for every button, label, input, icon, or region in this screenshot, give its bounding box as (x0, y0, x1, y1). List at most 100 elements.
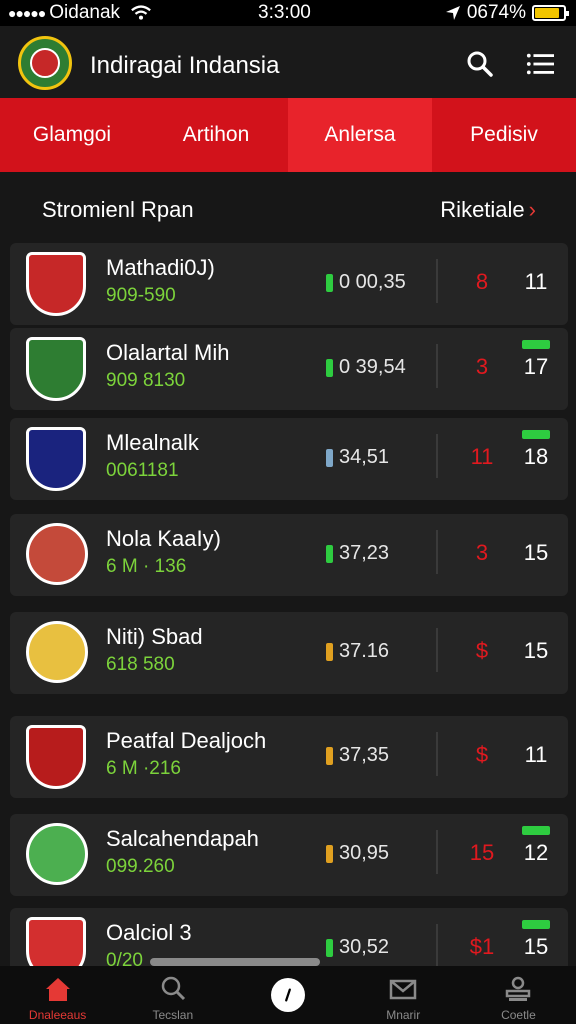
status-badge (522, 340, 550, 349)
search-icon[interactable] (466, 50, 494, 78)
row-subtitle: 909 8130 (106, 370, 186, 391)
compass-icon (271, 978, 305, 1012)
status-time: 3:3:00 (258, 2, 311, 23)
menu-icon[interactable] (526, 50, 554, 78)
row-name: Niti) Sbad (106, 624, 203, 649)
row-value-text: 0 39,54 (339, 356, 406, 378)
nav-mail-label: Mnarir (386, 1008, 421, 1022)
row-value: 34,51 (326, 446, 389, 469)
row-name: Mathadi0J) (106, 255, 215, 280)
row-value: 37,35 (326, 744, 389, 767)
row-value-text: 30,95 (339, 842, 390, 864)
row-name: Salcahendapah (106, 826, 259, 851)
home-icon (45, 978, 70, 1001)
row-score: 18 (523, 444, 549, 469)
value-marker-icon (326, 844, 333, 863)
row-subtitle: 909-590 (106, 285, 176, 306)
row-stat: 11 (470, 444, 494, 469)
crest-shield-icon (26, 725, 86, 789)
row-name: Olalartal Mih (106, 340, 230, 365)
value-marker-icon (326, 938, 333, 957)
row-value-text: 30,52 (339, 936, 390, 958)
list-item[interactable]: Mathadi0J) 909-590 0 00,35 8 11 (10, 243, 568, 325)
app-header: Indiragai Indansia (0, 26, 576, 98)
section-link-label: Riketiale (440, 197, 525, 222)
battery-percent: 0674% (466, 2, 526, 23)
tab-pedisiv[interactable]: Pedisiv (432, 98, 576, 172)
row-value: 30,52 (326, 936, 389, 959)
list-item[interactable]: Mlealnalk 0061181 34,51 11 18 (10, 418, 568, 500)
mail-icon (389, 979, 417, 1000)
section-see-all-link[interactable]: Riketiale › (440, 197, 536, 223)
row-value-text: 0 00,35 (339, 271, 406, 293)
player-avatar (26, 823, 88, 887)
list-item[interactable]: Niti) Sbad 618 580 37.16 $15 (10, 612, 568, 694)
player-photo (26, 621, 88, 683)
row-stat: 3 (475, 540, 489, 565)
row-value: 37,23 (326, 542, 389, 565)
row-divider (436, 434, 438, 478)
nav-home[interactable]: Dnaleeaus (0, 966, 115, 1024)
tab-glamgoi[interactable]: Glamgoi (0, 98, 144, 172)
row-score: 12 (523, 840, 549, 865)
value-marker-icon (326, 642, 333, 661)
tab-bar: Glamgoi Artihon Anlersa Pedisiv (0, 98, 576, 172)
row-score: 15 (523, 638, 549, 663)
app-title: Indiragai Indansia (90, 52, 280, 79)
team-crest (26, 252, 86, 316)
row-divider (436, 924, 438, 968)
status-badge (522, 430, 550, 439)
row-value-text: 34,51 (339, 446, 390, 468)
list-item[interactable]: Olalartal Mih 909 8130 0 39,54 3 17 (10, 328, 568, 410)
row-name: Peatfal Dealjoch (106, 728, 267, 753)
crest-shield-icon (26, 337, 86, 401)
row-subtitle: 618 580 (106, 654, 175, 675)
location-icon (445, 6, 460, 20)
row-score: 15 (523, 540, 549, 565)
value-marker-icon (326, 544, 333, 563)
row-value: 0 39,54 (326, 356, 406, 379)
tab-artihon[interactable]: Artihon (144, 98, 288, 172)
compass-needle (285, 988, 291, 1002)
row-subtitle: 6 M · 136 (106, 556, 187, 577)
row-subtitle: 6 M ·216 (106, 758, 181, 779)
nav-center[interactable] (230, 966, 345, 1024)
player-avatar (26, 523, 88, 587)
crest-shield-icon (26, 252, 86, 316)
value-marker-icon (326, 448, 333, 467)
nav-profile[interactable]: Coetle (461, 966, 576, 1024)
row-value-text: 37,23 (339, 542, 390, 564)
list-item[interactable]: Nola KaaIy) 6 M · 136 37,23 3 15 (10, 514, 568, 596)
carrier-label: Oidanak (49, 2, 121, 23)
nav-mail[interactable]: Mnarir (346, 966, 461, 1024)
row-score: 17 (523, 354, 549, 379)
nav-profile-label: Coetle (501, 1008, 536, 1022)
row-stat: $1 (469, 934, 495, 959)
row-divider (436, 344, 438, 388)
player-avatar (26, 621, 88, 685)
row-value: 0 00,35 (326, 271, 406, 294)
list-item[interactable]: Peatfal Dealjoch 6 M ·216 37,35 $11 (10, 716, 568, 798)
row-value: 30,95 (326, 842, 389, 865)
search-icon (161, 976, 185, 1001)
row-divider (436, 628, 438, 672)
row-stat: $ (475, 638, 489, 663)
logo-emblem (30, 48, 60, 78)
value-marker-icon (326, 358, 333, 377)
profile-icon (506, 976, 531, 1001)
tab-anlersa[interactable]: Anlersa (288, 98, 432, 172)
scroll-indicator[interactable] (150, 958, 320, 966)
crest-shield-icon (26, 427, 86, 491)
row-value-text: 37.16 (339, 640, 390, 662)
team-crest (26, 337, 86, 401)
nav-home-label: Dnaleeaus (28, 1008, 87, 1022)
row-subtitle: 099.260 (106, 856, 175, 877)
row-divider (436, 530, 438, 574)
row-value-text: 37,35 (339, 744, 390, 766)
row-score: 15 (523, 934, 549, 959)
list-item[interactable]: Salcahendapah 099.260 30,95 15 12 (10, 814, 568, 896)
row-name: Nola KaaIy) (106, 526, 221, 551)
club-logo[interactable] (18, 36, 72, 90)
nav-search[interactable]: Tecslan (115, 966, 230, 1024)
row-stat: 15 (469, 840, 495, 865)
